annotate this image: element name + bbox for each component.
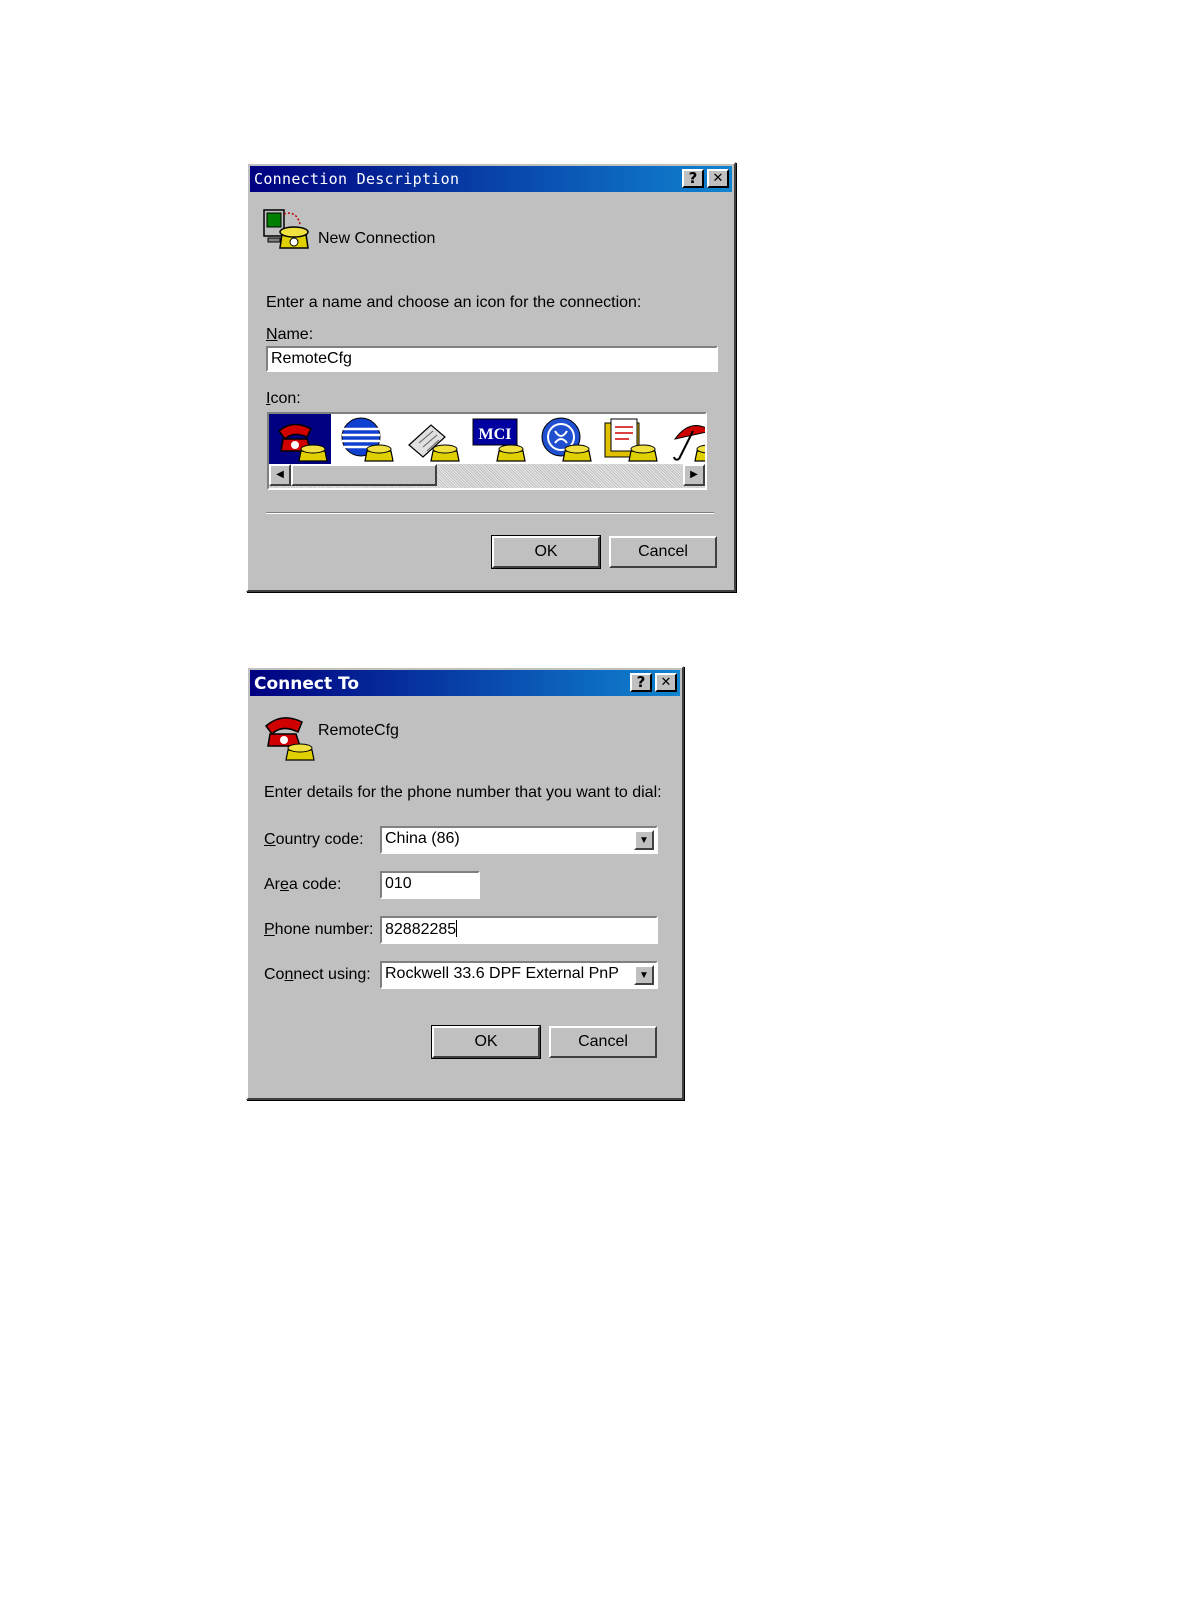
chevron-down-icon[interactable]: ▼ — [634, 830, 654, 850]
close-button[interactable]: ✕ — [655, 673, 677, 692]
instruction-text: Enter a name and choose an icon for the … — [266, 294, 642, 311]
connection-description-dialog: Connection Description ? ✕ New Connectio… — [246, 162, 736, 592]
connect-using-value: Rockwell 33.6 DPF External PnP — [385, 965, 619, 982]
country-code-select[interactable]: China (86) ▼ — [380, 826, 658, 854]
ge-phone-icon[interactable] — [533, 414, 595, 464]
fax-phone-icon[interactable] — [401, 414, 463, 464]
dialog-title: Connect To — [254, 674, 360, 694]
country-code-label: Country code: — [264, 831, 364, 848]
globe-phone-icon[interactable] — [335, 414, 397, 464]
connection-heading: RemoteCfg — [318, 722, 399, 739]
connection-heading: New Connection — [318, 230, 436, 247]
help-button[interactable]: ? — [682, 169, 704, 188]
connect-using-label: Connect using: — [264, 966, 371, 983]
separator — [266, 512, 714, 514]
mci-phone-icon[interactable]: MCI — [467, 414, 529, 464]
area-code-input[interactable]: 010 — [380, 871, 480, 899]
scroll-left-icon[interactable]: ◀ — [269, 464, 291, 486]
new-connection-icon — [262, 206, 312, 256]
title-bar[interactable]: Connect To ? ✕ — [250, 670, 680, 696]
country-code-value: China (86) — [385, 830, 460, 847]
icon-list[interactable]: MCI ◀ ▶ — [267, 412, 707, 490]
mci-logo-text: MCI — [479, 426, 512, 443]
ok-button[interactable]: OK — [431, 1025, 541, 1059]
dialog-title: Connection Description — [254, 170, 460, 188]
phone-number-input[interactable]: 82882285 — [380, 916, 658, 944]
cancel-button[interactable]: Cancel — [609, 536, 717, 568]
name-input[interactable]: RemoteCfg — [266, 346, 718, 372]
red-phone-icon — [262, 712, 318, 762]
chevron-down-icon[interactable]: ▼ — [634, 965, 654, 985]
phone-number-label: Phone number: — [264, 921, 374, 938]
icon-scrollbar[interactable]: ◀ ▶ — [269, 464, 705, 488]
phone-number-value: 82882285 — [385, 921, 457, 938]
cancel-button[interactable]: Cancel — [549, 1026, 657, 1058]
help-button[interactable]: ? — [630, 673, 652, 692]
icon-label: Icon: — [266, 390, 301, 407]
connect-using-select[interactable]: Rockwell 33.6 DPF External PnP ▼ — [380, 961, 658, 989]
text-caret — [456, 920, 458, 937]
umbrella-phone-icon[interactable] — [665, 414, 705, 464]
name-label: Name: — [266, 326, 314, 343]
connect-to-dialog: Connect To ? ✕ RemoteCfg Enter details f… — [246, 666, 684, 1100]
ok-button[interactable]: OK — [491, 535, 601, 569]
close-button[interactable]: ✕ — [707, 169, 729, 188]
instruction-text: Enter details for the phone number that … — [264, 784, 662, 801]
area-code-value: 010 — [385, 875, 412, 892]
area-code-label: Area code: — [264, 876, 342, 893]
red-phone-icon[interactable] — [269, 414, 331, 464]
scroll-right-icon[interactable]: ▶ — [683, 464, 705, 486]
name-input-value: RemoteCfg — [271, 350, 352, 367]
scrollbar-thumb[interactable] — [291, 464, 437, 486]
folder-phone-icon[interactable] — [599, 414, 661, 464]
title-bar[interactable]: Connection Description ? ✕ — [250, 166, 732, 192]
